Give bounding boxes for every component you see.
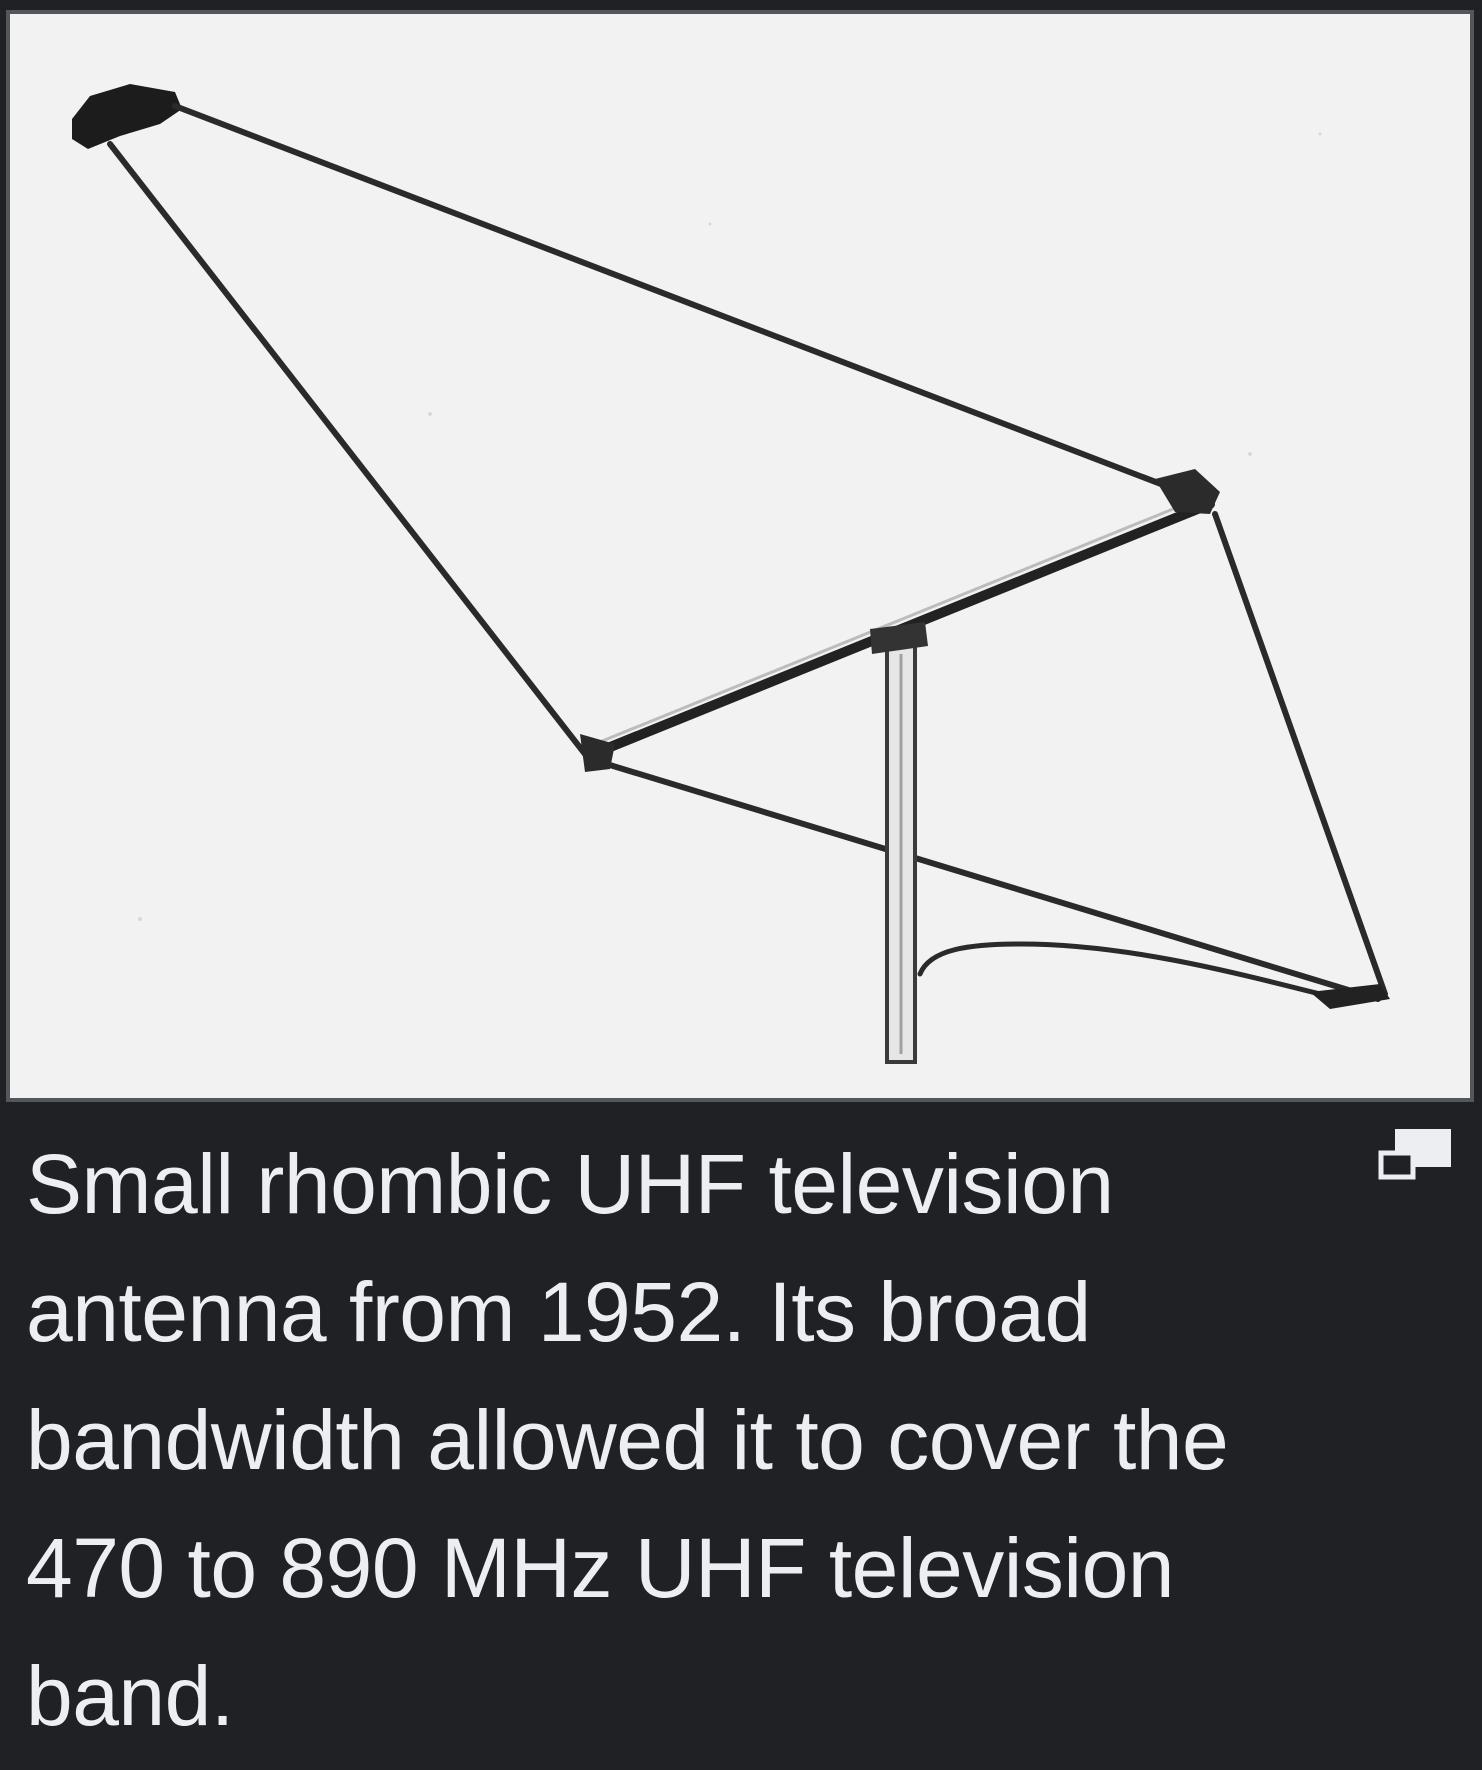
antenna-image[interactable] (6, 10, 1474, 1102)
thumbnail-figure: Small rhombic UHF television antenna fro… (0, 0, 1482, 1770)
figure-caption: Small rhombic UHF television antenna fro… (26, 1137, 1229, 1743)
enlarge-icon[interactable] (1375, 1125, 1455, 1185)
